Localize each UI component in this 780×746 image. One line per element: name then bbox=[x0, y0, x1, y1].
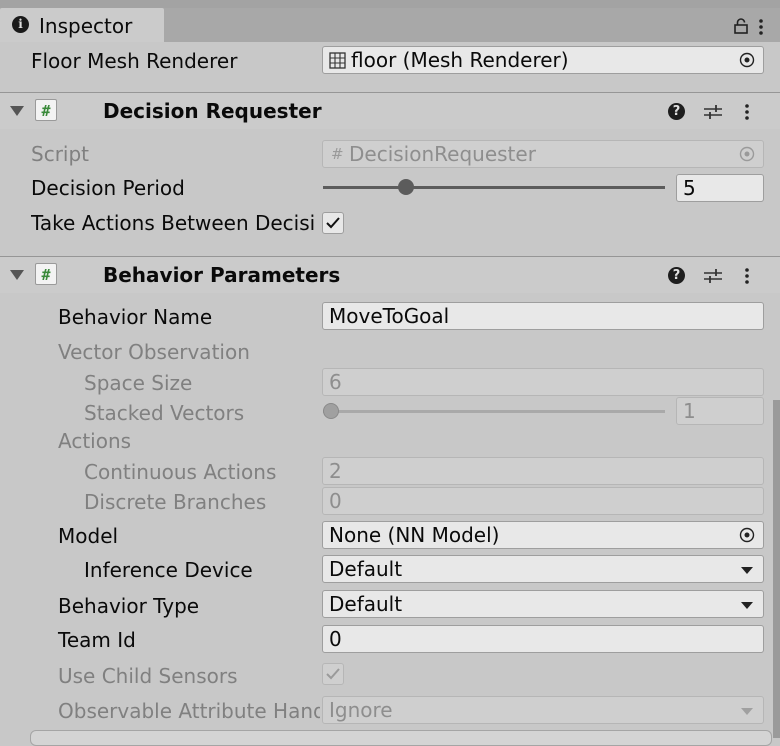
stacked-vectors-label: Stacked Vectors bbox=[84, 401, 245, 425]
mesh-renderer-icon bbox=[329, 52, 346, 69]
team-id-value: 0 bbox=[329, 627, 342, 651]
script-hash-icon: # bbox=[331, 145, 344, 163]
observable-attribute-label: Observable Attribute Hand bbox=[58, 699, 320, 723]
stacked-vectors-slider-handle bbox=[323, 403, 339, 419]
team-id-label: Team Id bbox=[58, 628, 136, 652]
behavior-type-value: Default bbox=[329, 592, 403, 616]
discrete-branches-label: Discrete Branches bbox=[84, 490, 267, 514]
vector-observation-label: Vector Observation bbox=[58, 340, 250, 364]
object-picker-icon[interactable] bbox=[739, 527, 755, 543]
dropdown-arrow-icon bbox=[741, 567, 753, 574]
help-icon[interactable]: ? bbox=[668, 103, 685, 120]
continuous-actions-label: Continuous Actions bbox=[84, 460, 277, 484]
behavior-type-dropdown[interactable]: Default bbox=[322, 590, 764, 618]
script-label: Script bbox=[31, 142, 90, 166]
decision-requester-header[interactable]: # Decision Requester ? bbox=[0, 92, 780, 129]
decision-period-slider-track[interactable] bbox=[323, 186, 665, 189]
space-size-value: 6 bbox=[329, 370, 342, 394]
team-id-input[interactable]: 0 bbox=[322, 625, 764, 653]
checkmark-icon bbox=[326, 668, 340, 680]
object-picker-icon bbox=[739, 146, 755, 162]
space-size-label: Space Size bbox=[84, 371, 193, 395]
help-icon[interactable]: ? bbox=[668, 267, 685, 284]
behavior-type-label: Behavior Type bbox=[58, 594, 200, 618]
take-actions-label: Take Actions Between Decisi bbox=[31, 211, 316, 235]
discrete-branches-value: 0 bbox=[329, 489, 342, 513]
tab-bar: i Inspector bbox=[0, 8, 780, 42]
preset-icon[interactable] bbox=[703, 103, 723, 121]
behavior-parameters-title: Behavior Parameters bbox=[103, 263, 341, 287]
dropdown-arrow-icon bbox=[741, 602, 753, 609]
decision-requester-title: Decision Requester bbox=[103, 99, 322, 123]
decision-period-input[interactable]: 5 bbox=[676, 174, 764, 202]
info-icon: i bbox=[12, 16, 29, 33]
decision-period-label: Decision Period bbox=[31, 176, 185, 200]
component-menu-icon[interactable] bbox=[744, 267, 750, 285]
object-picker-icon[interactable] bbox=[739, 52, 755, 68]
preset-icon[interactable] bbox=[703, 267, 723, 285]
script-value: DecisionRequester bbox=[349, 142, 536, 166]
behavior-name-input[interactable]: MoveToGoal bbox=[322, 302, 764, 330]
stacked-vectors-value: 1 bbox=[683, 399, 696, 423]
continuous-actions-value: 2 bbox=[329, 459, 342, 483]
tab-inspector[interactable]: i Inspector bbox=[0, 8, 164, 42]
component-menu-icon[interactable] bbox=[744, 103, 750, 121]
checkmark-icon bbox=[326, 217, 340, 229]
floor-mesh-field[interactable]: floor (Mesh Renderer) bbox=[322, 46, 764, 74]
space-size-input: 6 bbox=[322, 368, 764, 396]
floor-mesh-value: floor (Mesh Renderer) bbox=[351, 48, 569, 72]
script-field: # DecisionRequester bbox=[322, 140, 764, 168]
model-field[interactable]: None (NN Model) bbox=[322, 521, 764, 549]
tab-inspector-label: Inspector bbox=[39, 14, 133, 38]
lock-icon[interactable] bbox=[734, 18, 748, 34]
foldout-arrow-icon[interactable] bbox=[10, 270, 24, 280]
use-child-sensors-label: Use Child Sensors bbox=[58, 664, 238, 688]
dropdown-arrow-icon bbox=[741, 708, 753, 715]
continuous-actions-input: 2 bbox=[322, 457, 764, 485]
script-icon: # bbox=[35, 99, 57, 121]
behavior-name-value: MoveToGoal bbox=[329, 304, 450, 328]
inference-device-label: Inference Device bbox=[84, 558, 253, 582]
stacked-vectors-slider-track bbox=[323, 410, 665, 413]
next-component-edge bbox=[30, 730, 772, 746]
inference-device-value: Default bbox=[329, 557, 403, 581]
script-icon: # bbox=[35, 263, 57, 285]
behavior-name-label: Behavior Name bbox=[58, 305, 213, 329]
use-child-sensors-checkbox bbox=[322, 663, 344, 685]
window-top-strip bbox=[0, 0, 780, 8]
model-label: Model bbox=[58, 524, 119, 548]
discrete-branches-input: 0 bbox=[322, 487, 764, 515]
take-actions-checkbox[interactable] bbox=[322, 212, 344, 234]
foldout-arrow-icon[interactable] bbox=[10, 106, 24, 116]
behavior-parameters-header[interactable]: # Behavior Parameters ? bbox=[0, 256, 780, 293]
floor-mesh-label: Floor Mesh Renderer bbox=[31, 49, 238, 73]
observable-attribute-dropdown: Ignore bbox=[322, 696, 764, 724]
stacked-vectors-input: 1 bbox=[676, 397, 764, 425]
decision-period-value: 5 bbox=[683, 176, 696, 200]
actions-label: Actions bbox=[58, 429, 132, 453]
model-value: None (NN Model) bbox=[329, 523, 500, 547]
kebab-menu-icon[interactable] bbox=[758, 18, 764, 36]
decision-period-slider-handle[interactable] bbox=[398, 179, 415, 195]
inference-device-dropdown[interactable]: Default bbox=[322, 555, 764, 583]
observable-attribute-value: Ignore bbox=[329, 698, 393, 722]
scrollbar[interactable] bbox=[773, 400, 780, 738]
